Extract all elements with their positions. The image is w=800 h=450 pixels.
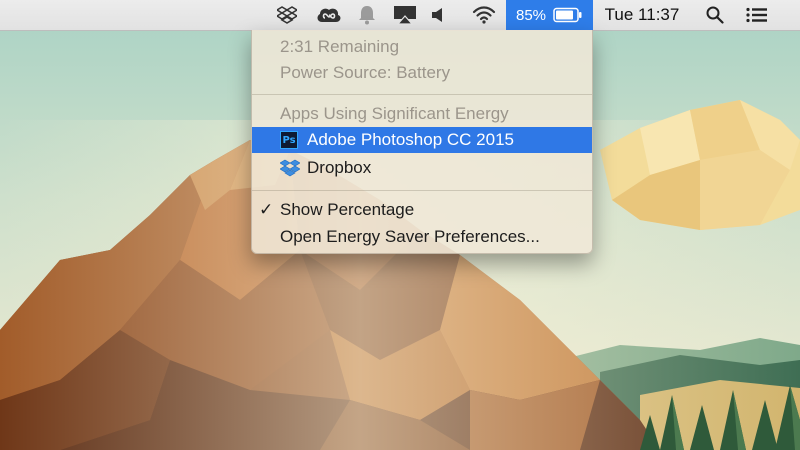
creative-cloud-icon[interactable] <box>312 0 346 30</box>
show-percentage-item[interactable]: ✓ Show Percentage <box>252 197 592 223</box>
spotlight-search-icon[interactable] <box>702 0 728 30</box>
power-source: Power Source: Battery <box>280 63 451 82</box>
menu-bar: 85% Tue 11:37 <box>0 0 800 31</box>
menu-separator <box>252 94 592 95</box>
battery-icon <box>553 7 582 23</box>
app-item-photoshop[interactable]: Ps Adobe Photoshop CC 2015 <box>252 127 592 153</box>
notification-bell-icon[interactable] <box>354 0 380 30</box>
airplay-icon[interactable] <box>390 0 420 30</box>
battery-dropdown-menu: 2:31 Remaining Power Source: Battery App… <box>251 30 593 254</box>
energy-saver-preferences-item[interactable]: Open Energy Saver Preferences... <box>252 224 592 250</box>
dropbox-icon <box>280 159 300 177</box>
battery-percentage: 85% <box>515 6 547 24</box>
apps-energy-header: Apps Using Significant Energy <box>280 104 509 123</box>
photoshop-icon: Ps <box>280 131 298 149</box>
dropbox-icon[interactable] <box>272 0 302 30</box>
time-remaining: 2:31 Remaining <box>280 37 400 56</box>
menu-bar-clock[interactable]: Tue 11:37 <box>594 0 690 30</box>
wifi-icon[interactable] <box>468 0 500 30</box>
menu-separator <box>252 190 592 191</box>
battery-menu-item[interactable]: 85% <box>506 0 593 30</box>
volume-icon[interactable] <box>428 0 448 30</box>
notification-center-icon[interactable] <box>742 0 772 30</box>
checkmark-icon: ✓ <box>259 200 274 219</box>
app-item-dropbox[interactable]: Dropbox <box>252 155 592 181</box>
